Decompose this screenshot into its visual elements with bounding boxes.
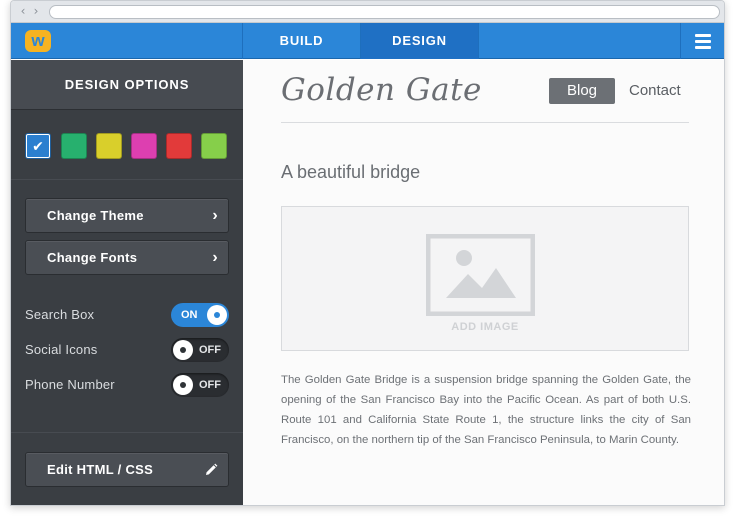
search-box-toggle[interactable]: ON xyxy=(171,303,229,327)
chevron-right-icon: › xyxy=(212,207,218,224)
toggle-state-text: OFF xyxy=(199,379,221,391)
logo-area: w xyxy=(11,23,243,59)
change-theme-label: Change Theme xyxy=(47,208,144,223)
phone-number-toggle[interactable]: OFF xyxy=(171,373,229,397)
swatch-lime[interactable] xyxy=(201,133,227,159)
weebly-logo-icon[interactable]: w xyxy=(25,30,51,52)
site-title[interactable]: Golden Gate xyxy=(281,72,482,108)
search-box-label: Search Box xyxy=(25,307,95,322)
sidebar-title: DESIGN OPTIONS xyxy=(11,60,243,110)
tab-build[interactable]: BUILD xyxy=(243,23,361,59)
page-heading[interactable]: A beautiful bridge xyxy=(281,162,420,183)
hamburger-menu-icon[interactable] xyxy=(680,23,724,59)
forward-icon[interactable]: › xyxy=(30,5,42,18)
phone-number-label: Phone Number xyxy=(25,377,115,392)
chevron-right-icon: › xyxy=(212,249,218,266)
edit-html-css-label: Edit HTML / CSS xyxy=(47,462,154,477)
nav-contact-link[interactable]: Contact xyxy=(629,78,681,104)
swatch-green[interactable] xyxy=(61,133,87,159)
color-swatches: ✔ xyxy=(25,133,235,159)
toggle-row-phone-number: Phone Number OFF xyxy=(25,373,229,397)
swatch-magenta[interactable] xyxy=(131,133,157,159)
back-icon[interactable]: ‹ xyxy=(17,5,29,18)
menu-bar xyxy=(695,40,711,43)
change-fonts-button[interactable]: Change Fonts › xyxy=(25,240,229,275)
checkmark-icon: ✔ xyxy=(32,139,44,155)
header-divider xyxy=(281,122,689,123)
menu-bar xyxy=(695,34,711,37)
toggle-knob xyxy=(173,340,193,360)
toggle-row-social-icons: Social Icons OFF xyxy=(25,338,229,362)
address-bar[interactable] xyxy=(49,5,720,19)
design-sidebar: DESIGN OPTIONS ✔ Change Theme › Change F… xyxy=(11,60,243,505)
menu-bar xyxy=(695,46,711,49)
toggle-state-text: ON xyxy=(181,309,198,321)
toggle-knob xyxy=(173,375,193,395)
sidebar-divider xyxy=(11,432,243,433)
browser-chrome: ‹ › xyxy=(11,1,724,23)
image-placeholder-icon xyxy=(426,234,535,316)
body-paragraph[interactable]: The Golden Gate Bridge is a suspension b… xyxy=(281,370,691,450)
toggle-row-search-box: Search Box ON xyxy=(25,303,229,327)
add-image-label: ADD IMAGE xyxy=(451,321,519,333)
change-theme-button[interactable]: Change Theme › xyxy=(25,198,229,233)
site-preview: Golden Gate Blog Contact A beautiful bri… xyxy=(243,60,724,505)
image-placeholder-box[interactable]: ADD IMAGE xyxy=(281,206,689,351)
editor-topbar: w BUILD DESIGN xyxy=(11,23,724,59)
app-window: ‹ › w BUILD DESIGN DESIGN OPTIONS ✔ Chan… xyxy=(10,0,725,506)
toggle-knob xyxy=(207,305,227,325)
pencil-icon xyxy=(206,463,218,475)
change-fonts-label: Change Fonts xyxy=(47,250,138,265)
swatch-yellow[interactable] xyxy=(96,133,122,159)
social-icons-label: Social Icons xyxy=(25,342,98,357)
swatch-blue[interactable]: ✔ xyxy=(25,133,51,159)
nav-blog-link[interactable]: Blog xyxy=(549,78,615,104)
swatch-red[interactable] xyxy=(166,133,192,159)
edit-html-css-button[interactable]: Edit HTML / CSS xyxy=(25,452,229,487)
social-icons-toggle[interactable]: OFF xyxy=(171,338,229,362)
tab-design[interactable]: DESIGN xyxy=(361,23,479,59)
toggle-state-text: OFF xyxy=(199,344,221,356)
sidebar-divider xyxy=(11,179,243,180)
